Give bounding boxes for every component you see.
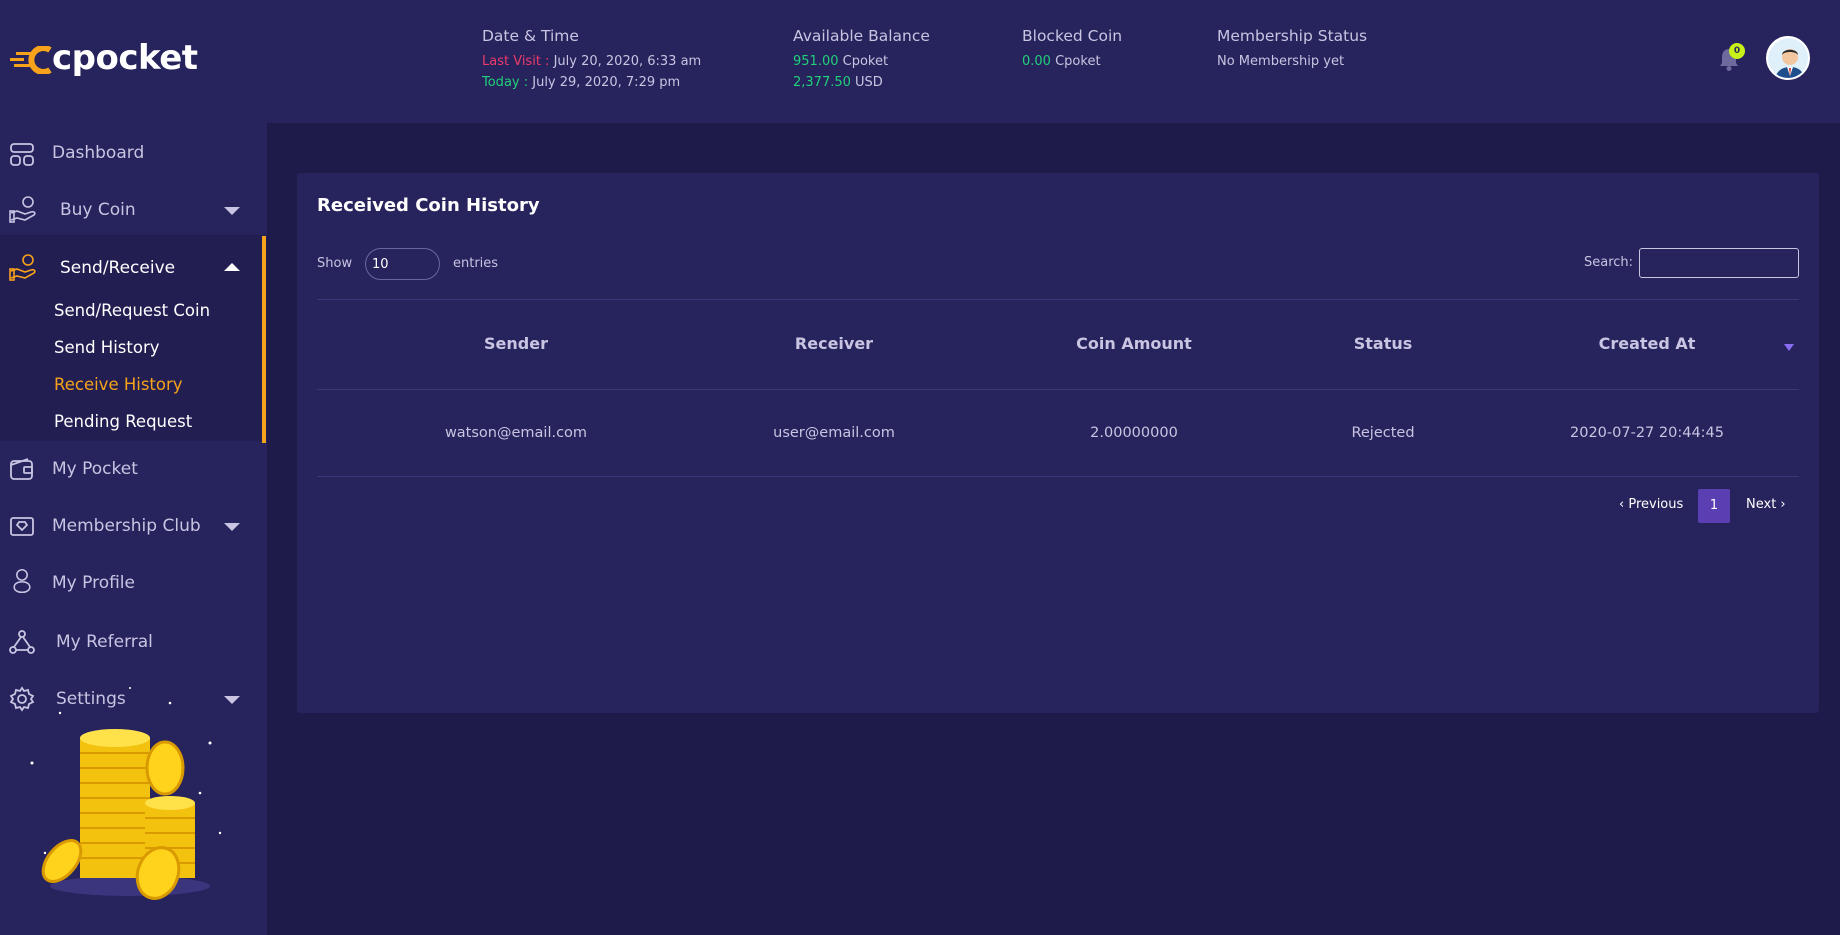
sidebar-item-label: My Profile: [52, 573, 135, 593]
blocked-unit: Cpoket: [1055, 54, 1101, 69]
top-header: cpocket Date & Time Last Visit : July 20…: [0, 0, 1840, 123]
sidebar: Dashboard Buy Coin Send/Receive Send/Req…: [0, 123, 267, 935]
logo-speed-icon: [10, 46, 52, 74]
sidebar-item-label: My Referral: [56, 632, 153, 652]
blocked-amount: 0.00: [1022, 54, 1051, 69]
usd-unit: USD: [855, 75, 883, 90]
search-input[interactable]: [1639, 248, 1799, 278]
datetime-title: Date & Time: [482, 27, 579, 45]
sidebar-item-label: Membership Club: [52, 516, 201, 536]
page-size-select[interactable]: [365, 248, 440, 280]
sidebar-item-buy-coin[interactable]: Buy Coin: [0, 185, 267, 235]
cpoket-unit: Cpoket: [842, 54, 889, 69]
last-visit-value: July 20, 2020, 6:33 am: [553, 54, 702, 69]
notification-count-badge: 0: [1729, 43, 1745, 59]
coin-stack-illustration: [30, 687, 222, 900]
column-header-coin-amount[interactable]: Coin Amount: [1004, 334, 1264, 353]
column-header-receiver[interactable]: Receiver: [704, 334, 964, 353]
sidebar-item-label: Dashboard: [52, 143, 145, 163]
sort-desc-icon[interactable]: [1784, 344, 1794, 351]
logo-text: cpocket: [52, 38, 198, 78]
avatar-person-icon: [1768, 38, 1808, 78]
show-label: Show: [317, 256, 353, 271]
cell-coin-amount: 2.00000000: [1090, 425, 1178, 441]
subnav-receive-history[interactable]: Receive History: [54, 375, 183, 394]
wallet-icon: [10, 458, 33, 480]
sidebar-item-label: My Pocket: [52, 459, 138, 479]
cell-created-at: 2020-07-27 20:44:45: [1570, 425, 1724, 441]
user-icon: [13, 568, 31, 594]
column-header-created-at[interactable]: Created At: [1517, 334, 1777, 353]
pagination-previous[interactable]: ‹ Previous: [1619, 497, 1683, 512]
sidebar-item-label: Buy Coin: [60, 200, 136, 220]
hand-coin-icon: [9, 254, 36, 281]
sidebar-item-send-receive[interactable]: Send/Receive: [0, 243, 267, 293]
sidebar-item-my-pocket[interactable]: My Pocket: [0, 444, 267, 494]
sidebar-item-my-referral[interactable]: My Referral: [0, 617, 267, 667]
cell-sender: watson@email.com: [444, 425, 588, 441]
balance-title: Available Balance: [793, 27, 930, 45]
sidebar-item-dashboard[interactable]: Dashboard: [0, 128, 267, 178]
column-header-sender[interactable]: Sender: [386, 334, 646, 353]
divider: [317, 299, 1799, 300]
entries-label: entries: [453, 256, 499, 271]
usd-balance: 2,377.50: [793, 75, 851, 90]
page-title: Received Coin History: [317, 195, 540, 216]
user-avatar[interactable]: [1766, 36, 1810, 80]
divider: [317, 476, 1799, 477]
sidebar-item-membership-club[interactable]: Membership Club: [0, 501, 267, 551]
cell-status: Rejected: [1351, 425, 1415, 441]
column-header-status[interactable]: Status: [1253, 334, 1513, 353]
chevron-down-icon: [224, 523, 240, 531]
datetime-block: Date & Time Last Visit : July 20, 2020, …: [482, 26, 701, 93]
cpoket-balance: 951.00: [793, 54, 839, 69]
sidebar-item-label: Send/Receive: [60, 258, 176, 278]
blocked-block: Blocked Coin 0.00 Cpoket: [1022, 26, 1122, 72]
sidebar-item-my-profile[interactable]: My Profile: [0, 558, 267, 608]
membership-block: Membership Status No Membership yet: [1217, 26, 1367, 72]
divider: [317, 389, 1799, 390]
diamond-card-icon: [10, 517, 34, 536]
subnav-send-request-coin[interactable]: Send/Request Coin: [54, 301, 210, 320]
blocked-title: Blocked Coin: [1022, 27, 1123, 45]
last-visit-label: Last Visit :: [482, 54, 550, 69]
today-value: July 29, 2020, 7:29 pm: [532, 75, 681, 90]
subnav-send-history[interactable]: Send History: [54, 338, 160, 357]
search-label: Search:: [1584, 255, 1634, 270]
balance-block: Available Balance 951.00 Cpoket 2,377.50…: [793, 26, 930, 93]
received-history-card: Received Coin History Show entries Searc…: [297, 173, 1819, 713]
chevron-up-icon: [224, 263, 240, 271]
chevron-down-icon: [224, 207, 240, 215]
pagination-page[interactable]: 1: [1698, 489, 1730, 523]
dashboard-icon: [10, 143, 34, 166]
subnav-pending-request[interactable]: Pending Request: [54, 412, 192, 431]
cell-receiver: user@email.com: [773, 425, 895, 441]
logo[interactable]: cpocket: [10, 38, 198, 78]
hand-coin-icon: [9, 196, 36, 223]
today-label: Today :: [482, 75, 529, 90]
share-network-icon: [9, 630, 35, 654]
membership-title: Membership Status: [1217, 27, 1368, 45]
pagination-next[interactable]: Next ›: [1746, 497, 1786, 512]
membership-value: No Membership yet: [1217, 54, 1345, 69]
